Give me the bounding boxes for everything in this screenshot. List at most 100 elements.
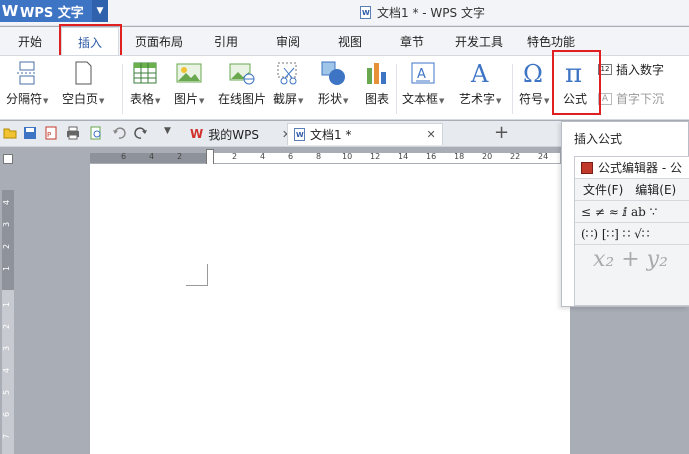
document-icon — [360, 6, 371, 19]
insert-formula-panel: 插入公式 公式编辑器 - 公 文件(F) 编辑(E) ≤ ≠ ≈ ⅈ ab ∵ … — [561, 121, 689, 307]
undo-icon[interactable] — [112, 126, 126, 140]
formula-editor-icon — [581, 161, 593, 174]
ruler-tick: 3 — [2, 345, 12, 352]
ruler-tick: 5 — [2, 389, 12, 396]
ruler-tick: 1 — [2, 265, 12, 272]
ruler-tick: 6 — [2, 411, 12, 418]
tab-special-features[interactable]: 特色功能 — [527, 33, 575, 50]
print-icon[interactable] — [66, 126, 80, 140]
screenshot-button[interactable]: 截屏▼ — [273, 60, 303, 107]
page-break-label: 分隔符 — [6, 92, 43, 106]
ruler-tick: 4 — [260, 152, 266, 161]
ruler-tick: 8 — [316, 152, 322, 161]
editor-menu-bar: 文件(F) 编辑(E) — [575, 179, 689, 201]
bracket-templates[interactable]: (∷) [∷] ∷ √∷ — [581, 227, 649, 241]
ruler-tick: 6 — [121, 152, 127, 161]
svg-text:A: A — [417, 67, 426, 82]
new-tab-plus-icon[interactable]: + — [494, 122, 509, 143]
chevron-down-icon[interactable]: ▼ — [92, 0, 108, 22]
symbol-button[interactable]: Ω 符号▼ — [519, 60, 549, 107]
menu-edit[interactable]: 编辑(E) — [635, 181, 676, 198]
formula-button[interactable]: π 公式 — [562, 59, 588, 107]
panel-title: 插入公式 — [574, 132, 623, 146]
doc-tab-my-wps[interactable]: W 我的WPS ✕ — [184, 123, 297, 145]
drop-cap-icon: A — [598, 92, 612, 105]
chart-icon — [364, 60, 390, 86]
tab-view[interactable]: 视图 — [338, 33, 362, 50]
document-icon — [294, 128, 305, 141]
online-picture-icon — [229, 60, 255, 86]
ruler-tick: 10 — [342, 152, 353, 161]
ribbon-insert: 分隔符▼ 空白页▼ 表格▼ 图片▼ 在线图片 截屏▼ 形状▼ 图表 A 文本框▼… — [0, 55, 689, 120]
picture-icon — [176, 60, 202, 86]
table-button[interactable]: 表格▼ — [130, 60, 160, 107]
redo-icon[interactable] — [134, 126, 148, 140]
tab-references[interactable]: 引用 — [214, 33, 238, 50]
textbox-label: 文本框 — [402, 92, 439, 106]
online-picture-label: 在线图片 — [218, 92, 267, 106]
table-icon — [132, 60, 158, 86]
blank-page-icon — [70, 60, 96, 86]
chart-button[interactable]: 图表 — [364, 60, 390, 107]
tab-review[interactable]: 审阅 — [276, 33, 300, 50]
ruler-tick: 3 — [2, 221, 12, 228]
blank-page-button[interactable]: 空白页▼ — [62, 60, 104, 107]
symbol-palette-row-1[interactable]: ≤ ≠ ≈ ⅈ ab ∵ — [575, 201, 689, 223]
tab-stop-selector[interactable] — [3, 154, 13, 164]
doc-tab-label: 文档1 * — [310, 128, 352, 142]
screenshot-label: 截屏 — [273, 92, 298, 106]
wps-logo-icon: W — [190, 127, 204, 141]
scissors-icon — [275, 60, 301, 86]
open-folder-icon[interactable] — [3, 126, 17, 140]
chart-label: 图表 — [364, 92, 389, 106]
save-icon[interactable] — [23, 126, 37, 140]
window-title: 文档1 * - WPS 文字 — [360, 4, 485, 21]
customize-dropdown-icon[interactable]: ▼ — [164, 126, 178, 140]
menu-file[interactable]: 文件(F) — [583, 181, 623, 198]
pi-icon: π — [562, 59, 588, 89]
picture-button[interactable]: 图片▼ — [174, 60, 204, 107]
shapes-button[interactable]: 形状▼ — [318, 60, 348, 107]
ruler-tick: 2 — [177, 152, 183, 161]
symbol-palette-row-2[interactable]: (∷) [∷] ∷ √∷ — [575, 223, 689, 245]
ruler-tick: 24 — [538, 152, 549, 161]
title-bar: W WPS 文字 ▼ 文档1 * - WPS 文字 — [0, 0, 689, 26]
ruler-tick: 2 — [2, 323, 12, 330]
tab-section[interactable]: 章节 — [400, 33, 424, 50]
online-picture-button[interactable]: 在线图片 — [218, 60, 266, 107]
doc-tab-document1[interactable]: 文档1 * ✕ — [287, 123, 443, 145]
ruler-tick: 20 — [482, 152, 493, 161]
tab-page-layout[interactable]: 页面布局 — [135, 33, 183, 50]
blank-page-label: 空白页 — [62, 92, 99, 106]
app-menu-button[interactable]: W WPS 文字 ▼ — [0, 0, 108, 22]
editor-title-bar: 公式编辑器 - 公 — [575, 157, 689, 179]
picture-label: 图片 — [174, 92, 199, 106]
vertical-ruler[interactable]: 4 3 2 1 1 2 3 4 5 6 7 — [2, 190, 14, 454]
close-icon[interactable]: ✕ — [426, 128, 435, 141]
ruler-tick: 6 — [288, 152, 294, 161]
print-preview-icon[interactable] — [89, 126, 103, 140]
formula-editor-window[interactable]: 公式编辑器 - 公 文件(F) 编辑(E) ≤ ≠ ≈ ⅈ ab ∵ (∷) [… — [574, 156, 689, 306]
editor-title: 公式编辑器 - 公 — [598, 161, 682, 175]
ruler-tick: 4 — [149, 152, 155, 161]
tab-insert[interactable]: 插入 — [61, 27, 119, 55]
insert-number-icon: 12 — [598, 64, 612, 75]
drop-cap-button[interactable]: A 首字下沉 — [598, 90, 664, 107]
textbox-button[interactable]: A 文本框▼ — [402, 60, 444, 107]
relation-symbols[interactable]: ≤ ≠ ≈ ⅈ ab ∵ — [581, 205, 657, 219]
ruler-tick: 7 — [2, 433, 12, 440]
omega-icon: Ω — [521, 60, 547, 88]
page-break-button[interactable]: 分隔符▼ — [6, 60, 48, 107]
export-pdf-icon[interactable]: P — [44, 126, 58, 140]
tab-home[interactable]: 开始 — [18, 33, 42, 50]
shapes-icon — [320, 60, 346, 86]
document-page[interactable] — [90, 164, 570, 454]
doc-tab-label: 我的WPS — [208, 127, 259, 142]
tab-developer[interactable]: 开发工具 — [455, 33, 503, 50]
ruler-tick: 14 — [398, 152, 409, 161]
drop-cap-label: 首字下沉 — [616, 92, 665, 106]
wps-logo-icon: W — [1, 2, 19, 20]
table-label: 表格 — [130, 92, 155, 106]
wordart-button[interactable]: A 艺术字▼ — [459, 60, 501, 107]
insert-number-button[interactable]: 12 插入数字 — [598, 61, 664, 78]
